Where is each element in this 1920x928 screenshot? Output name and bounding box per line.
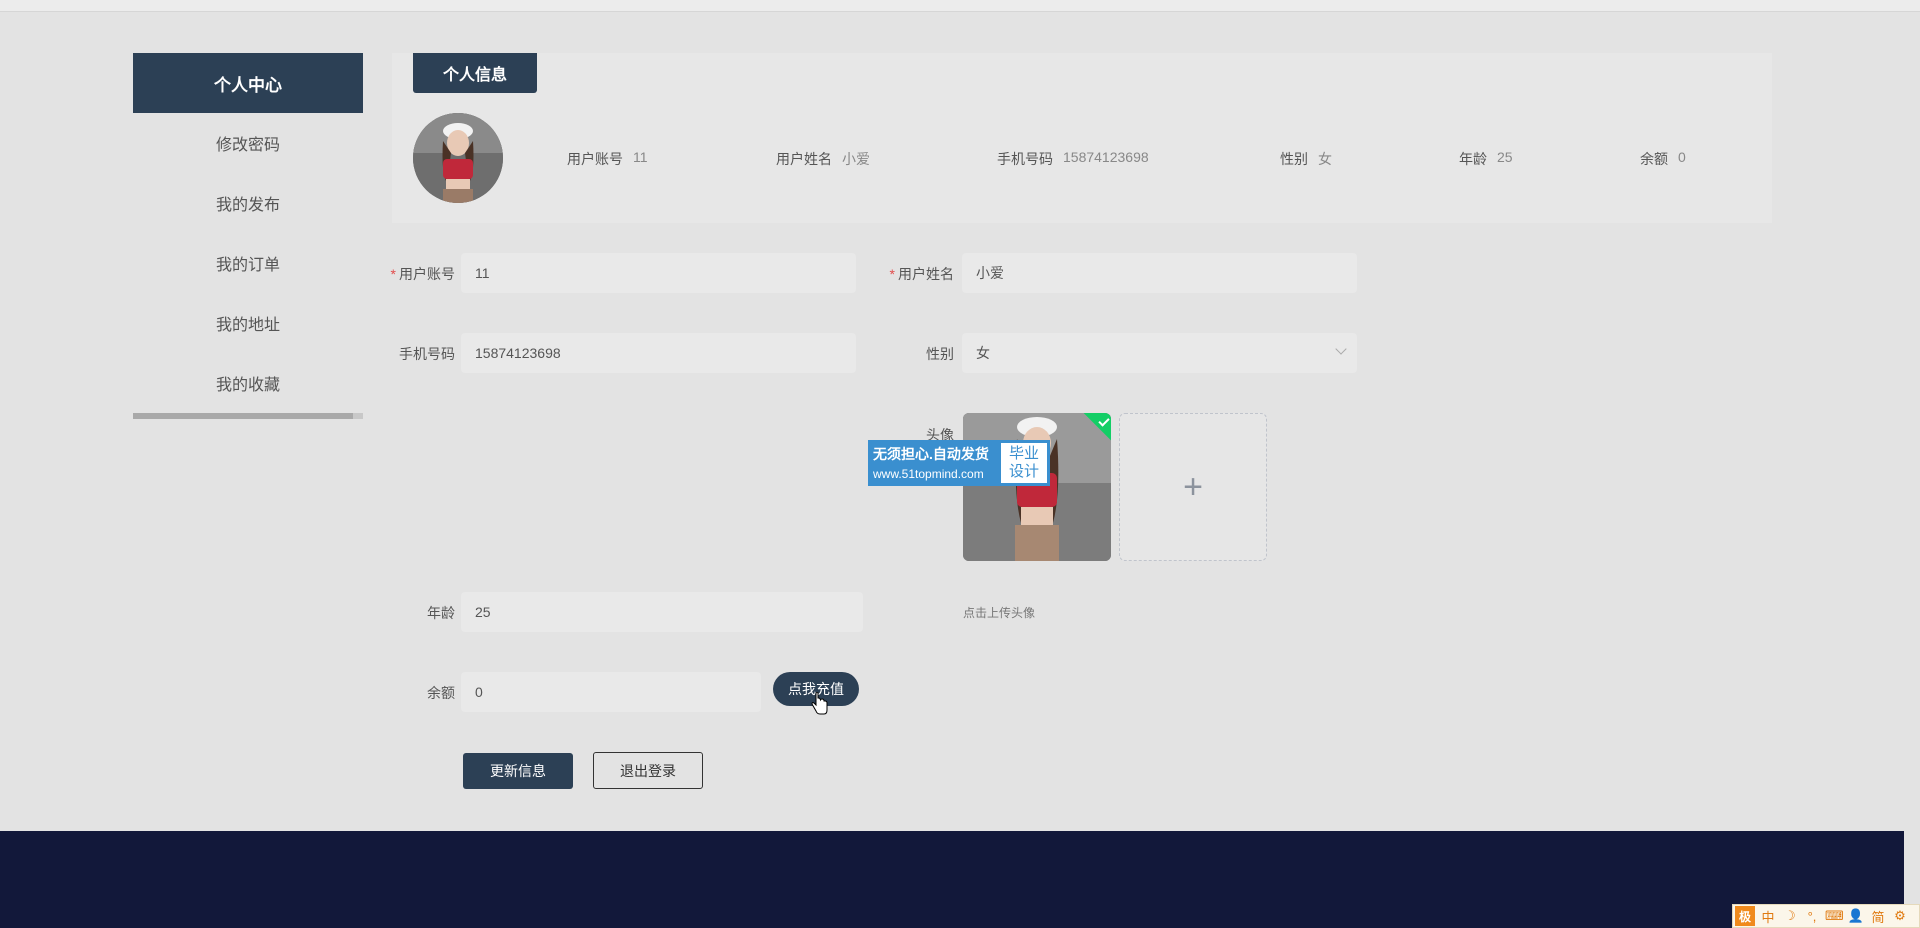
upload-tip: 点击上传头像: [963, 606, 1036, 620]
user-icon[interactable]: 👤: [1847, 908, 1865, 924]
info-field-value: 11: [633, 149, 648, 165]
sidebar: 个人中心 修改密码 我的发布 我的订单 我的地址 我的收藏: [133, 53, 363, 419]
info-field-value: 0: [1678, 149, 1686, 165]
info-field-account: 用户账号 11: [567, 149, 648, 169]
info-field-value: 25: [1497, 149, 1513, 165]
top-bar: [0, 0, 1920, 12]
info-field-age: 年龄 25: [1459, 149, 1513, 169]
profile-info-tab[interactable]: 个人信息: [413, 53, 537, 93]
uploaded-avatar[interactable]: [963, 413, 1111, 561]
gender-label: 性别: [926, 346, 954, 362]
moon-icon[interactable]: ☽: [1781, 908, 1799, 924]
sidebar-scrollbar-thumb[interactable]: [133, 413, 353, 419]
sidebar-item-my-favorites[interactable]: 我的收藏: [133, 353, 363, 413]
info-field-balance: 余额 0: [1640, 149, 1686, 169]
plus-icon: +: [1183, 467, 1203, 506]
sidebar-scrollbar[interactable]: [133, 413, 363, 419]
info-field-label: 性别: [1280, 151, 1308, 167]
info-field-label: 余额: [1640, 151, 1668, 167]
sidebar-item-my-posts[interactable]: 我的发布: [133, 173, 363, 233]
age-input[interactable]: 25: [461, 592, 863, 632]
ime-logo-icon[interactable]: 极: [1735, 906, 1755, 926]
update-info-button[interactable]: 更新信息: [463, 753, 573, 789]
balance-label: 余额: [427, 685, 455, 701]
info-field-label: 年龄: [1459, 151, 1487, 167]
watermark-badge: 毕业 设计: [1001, 443, 1047, 483]
info-field-label: 用户姓名: [776, 151, 832, 167]
phone-input[interactable]: 15874123698: [461, 333, 856, 373]
name-input[interactable]: 小爱: [962, 253, 1357, 293]
info-field-gender: 性别 女: [1280, 149, 1332, 169]
name-label-text: 用户姓名: [898, 266, 954, 282]
page-footer: [0, 831, 1904, 928]
upload-add-button[interactable]: +: [1119, 413, 1267, 561]
account-label-text: 用户账号: [399, 266, 455, 282]
name-label: * 用户姓名: [880, 264, 954, 284]
info-field-label: 手机号码: [997, 151, 1053, 167]
ime-chinese-mode[interactable]: 中: [1759, 907, 1777, 926]
sidebar-item-my-orders[interactable]: 我的订单: [133, 233, 363, 293]
info-field-label: 用户账号: [567, 151, 623, 167]
info-field-value: 女: [1318, 151, 1332, 167]
watermark-line1: 无须担心.自动发货: [873, 446, 989, 462]
gender-select-value: 女: [976, 345, 990, 361]
watermark-badge-line2: 设计: [1008, 463, 1039, 480]
profile-summary-card: [392, 53, 1772, 223]
uploaded-avatar-photo: [963, 413, 1111, 561]
account-input[interactable]: 11: [461, 253, 856, 293]
info-field-value: 15874123698: [1063, 149, 1149, 165]
info-field-name: 用户姓名 小爱: [776, 149, 870, 169]
punctuation-icon[interactable]: °,: [1803, 909, 1821, 924]
gear-icon[interactable]: ⚙: [1891, 908, 1909, 924]
sidebar-header[interactable]: 个人中心: [133, 53, 363, 113]
required-mark: *: [390, 266, 396, 282]
info-field-value: 小爱: [842, 151, 870, 167]
phone-label: 手机号码: [399, 346, 455, 362]
avatar-photo: [413, 113, 503, 203]
account-label: * 用户账号: [385, 264, 455, 284]
ime-toolbar[interactable]: 极 中 ☽ °, ⌨ 👤 简 ⚙: [1732, 904, 1920, 928]
age-label: 年龄: [427, 605, 455, 621]
info-field-phone: 手机号码 15874123698: [997, 149, 1149, 169]
keyboard-icon[interactable]: ⌨: [1825, 908, 1844, 924]
balance-input[interactable]: 0: [461, 672, 761, 712]
chevron-down-icon: [1335, 343, 1347, 355]
sidebar-item-change-password[interactable]: 修改密码: [133, 113, 363, 173]
watermark-badge-line1: 毕业: [1008, 445, 1039, 462]
logout-button[interactable]: 退出登录: [593, 752, 703, 789]
gender-select[interactable]: 女: [962, 333, 1357, 373]
hand-cursor-icon: [811, 692, 828, 715]
ime-simplified-mode[interactable]: 简: [1869, 907, 1887, 926]
avatar: [413, 113, 503, 203]
required-mark: *: [889, 266, 895, 282]
watermark-line2: www.51topmind.com: [873, 467, 984, 481]
watermark-banner: 无须担心.自动发货 www.51topmind.com 毕业 设计: [868, 440, 1050, 486]
sidebar-item-my-address[interactable]: 我的地址: [133, 293, 363, 353]
